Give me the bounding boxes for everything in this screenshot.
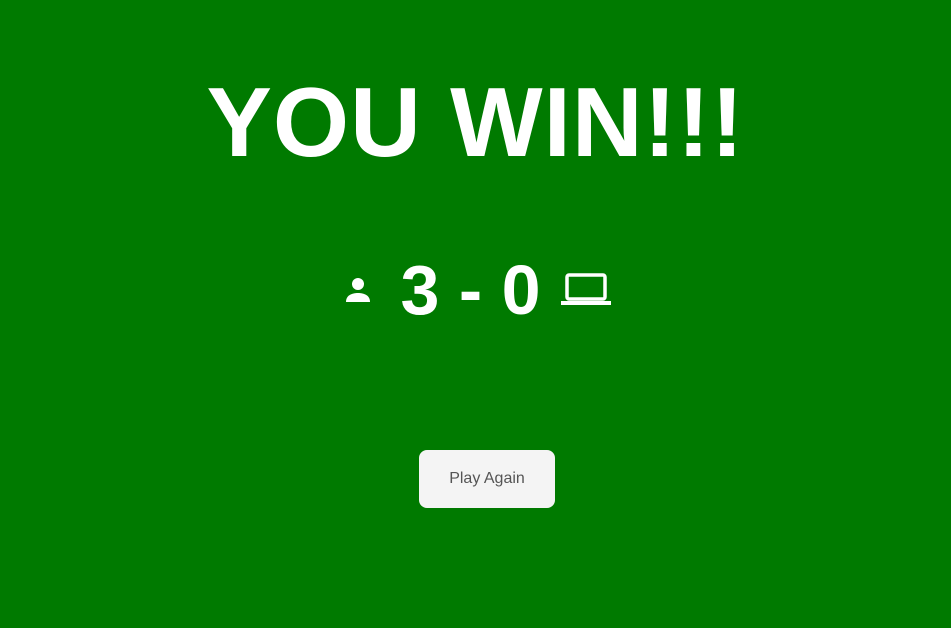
person-icon — [340, 272, 376, 308]
laptop-icon — [560, 272, 611, 308]
play-again-button[interactable]: Play Again — [419, 450, 555, 508]
scoreboard: 3 - 0 — [0, 252, 951, 328]
score-value: 3 - 0 — [400, 251, 541, 329]
result-title: YOU WIN!!! — [206, 67, 745, 177]
